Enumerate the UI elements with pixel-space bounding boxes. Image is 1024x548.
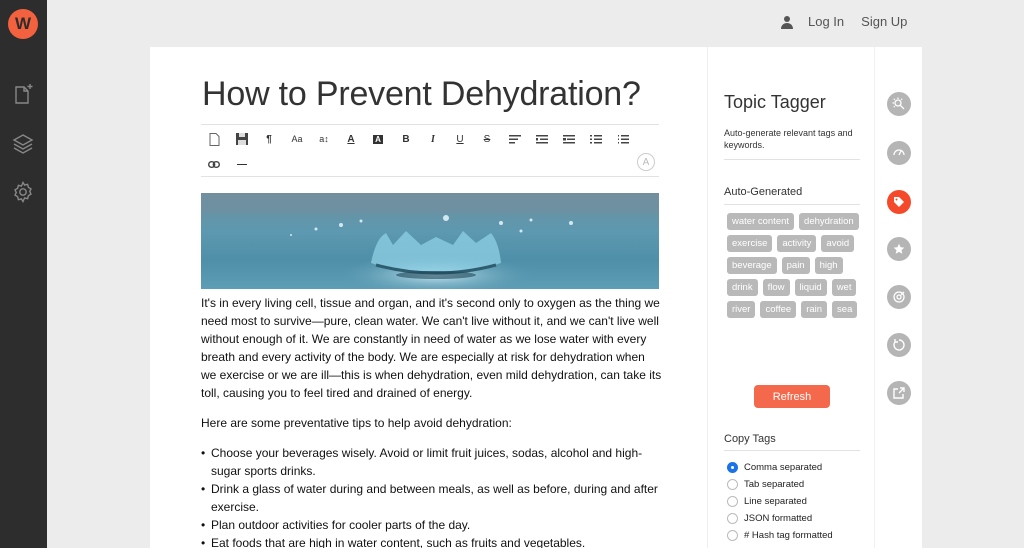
option-label: Tab separated — [744, 479, 805, 490]
strikethrough-icon[interactable]: S — [477, 130, 497, 148]
italic-icon[interactable]: I — [423, 130, 443, 148]
tools-column — [874, 47, 922, 548]
tag[interactable]: rain — [801, 301, 828, 318]
article-body[interactable]: It's in every living cell, tissue and or… — [201, 294, 663, 548]
tag[interactable]: wet — [831, 279, 857, 296]
font-color-icon[interactable]: A — [341, 130, 361, 148]
tag[interactable]: exercise — [727, 235, 773, 252]
list-item: Plan outdoor activities for cooler parts… — [201, 516, 663, 534]
paragraph: Here are some preventative tips to help … — [201, 416, 512, 430]
radio-button[interactable] — [727, 530, 738, 541]
copy-option-line[interactable]: Line separated — [727, 493, 833, 510]
tag[interactable]: water content — [727, 213, 795, 230]
radio-button[interactable] — [727, 513, 738, 524]
sun-search-icon — [892, 97, 905, 110]
editor-toolbar: ¶ Aa a↕ A A B I U S — A — [201, 124, 659, 177]
export-button[interactable] — [887, 381, 911, 405]
unordered-list-icon[interactable] — [586, 130, 606, 148]
align-left-icon[interactable] — [505, 130, 525, 148]
left-sidebar: W — [0, 0, 47, 548]
tag[interactable]: beverage — [727, 257, 777, 274]
target-icon — [893, 291, 905, 303]
new-file-icon[interactable] — [204, 130, 224, 148]
tag[interactable]: avoid — [821, 235, 855, 252]
outdent-icon[interactable] — [559, 130, 579, 148]
export-icon — [893, 387, 905, 399]
background-color-glyph: A — [373, 134, 383, 144]
user-icon — [781, 15, 793, 29]
tag-icon — [894, 197, 904, 207]
bold-icon[interactable]: B — [396, 130, 416, 148]
underline-icon[interactable]: U — [450, 130, 470, 148]
new-document-icon[interactable] — [11, 83, 35, 107]
font-size-icon[interactable]: Aa — [287, 130, 307, 148]
tag[interactable]: pain — [781, 257, 810, 274]
tagger-title: Topic Tagger — [724, 92, 826, 112]
divider — [724, 450, 860, 451]
tag[interactable]: dehydration — [799, 213, 859, 230]
tag[interactable]: coffee — [760, 301, 797, 318]
indent-icon[interactable] — [532, 130, 552, 148]
copy-option-tab[interactable]: Tab separated — [727, 476, 833, 493]
target-button[interactable] — [887, 285, 911, 309]
signup-link[interactable]: Sign Up — [861, 14, 907, 29]
paragraph-icon[interactable]: ¶ — [259, 130, 279, 148]
copy-format-options: Comma separated Tab separated Line separ… — [727, 459, 833, 544]
favorites-button[interactable] — [887, 237, 911, 261]
radio-button[interactable] — [727, 479, 738, 490]
option-label: JSON formatted — [744, 513, 813, 524]
app-logo[interactable]: W — [8, 9, 38, 39]
link-icon[interactable] — [204, 155, 224, 173]
tag[interactable]: drink — [727, 279, 758, 296]
radio-button[interactable] — [727, 496, 738, 507]
gauge-icon — [893, 149, 905, 156]
save-icon[interactable] — [232, 130, 252, 148]
login-link[interactable]: Log In — [808, 14, 844, 29]
tag[interactable]: flow — [762, 279, 790, 296]
option-label: # Hash tag formatted — [744, 530, 833, 541]
tag[interactable]: activity — [777, 235, 817, 252]
refresh-button[interactable]: Refresh — [754, 385, 830, 408]
line-height-icon[interactable]: a↕ — [314, 130, 334, 148]
star-icon — [893, 243, 905, 254]
readability-button[interactable] — [887, 141, 911, 165]
water-splash-graphic — [201, 193, 659, 289]
topic-tagger-panel: Topic Tagger Auto-generate relevant tags… — [707, 47, 874, 548]
hero-image — [201, 193, 659, 289]
gear-icon[interactable] — [11, 180, 35, 204]
top-bar: Log In Sign Up — [780, 14, 924, 29]
ordered-list-icon[interactable] — [613, 130, 633, 148]
auto-generated-label: Auto-Generated — [724, 186, 803, 198]
paragraph: It's in every living cell, tissue and or… — [201, 296, 662, 400]
document-title[interactable]: How to Prevent Dehydration? — [202, 75, 641, 114]
tag[interactable]: liquid — [794, 279, 827, 296]
history-button[interactable] — [887, 333, 911, 357]
background-color-icon[interactable]: A — [368, 130, 388, 148]
divider — [724, 159, 860, 160]
list-item: Choose your beverages wisely. Avoid or l… — [201, 444, 663, 480]
tips-list: Choose your beverages wisely. Avoid or l… — [201, 444, 663, 548]
list-item: Eat foods that are high in water content… — [201, 534, 663, 548]
seo-analyzer-button[interactable] — [887, 92, 911, 116]
tagger-description: Auto-generate relevant tags and keywords… — [724, 128, 853, 150]
tag[interactable]: high — [814, 257, 843, 274]
history-icon — [893, 339, 905, 351]
tag[interactable]: sea — [832, 301, 858, 318]
copy-tags-label: Copy Tags — [724, 433, 776, 445]
auto-format-icon[interactable]: A — [637, 153, 655, 171]
layers-icon[interactable] — [11, 132, 35, 156]
list-item: Drink a glass of water during and betwee… — [201, 480, 663, 516]
copy-option-json[interactable]: JSON formatted — [727, 510, 833, 527]
topic-tagger-button[interactable] — [887, 190, 911, 214]
tag-list: water content dehydration exercise activ… — [727, 213, 867, 318]
horizontal-rule-icon[interactable]: — — [232, 155, 252, 173]
divider — [724, 204, 860, 205]
option-label: Comma separated — [744, 462, 823, 473]
editor-panel: How to Prevent Dehydration? ¶ Aa a↕ A A … — [150, 47, 707, 548]
option-label: Line separated — [744, 496, 807, 507]
tag[interactable]: river — [727, 301, 756, 318]
radio-button[interactable] — [727, 462, 738, 473]
copy-option-comma[interactable]: Comma separated — [727, 459, 833, 476]
copy-option-hashtag[interactable]: # Hash tag formatted — [727, 527, 833, 544]
